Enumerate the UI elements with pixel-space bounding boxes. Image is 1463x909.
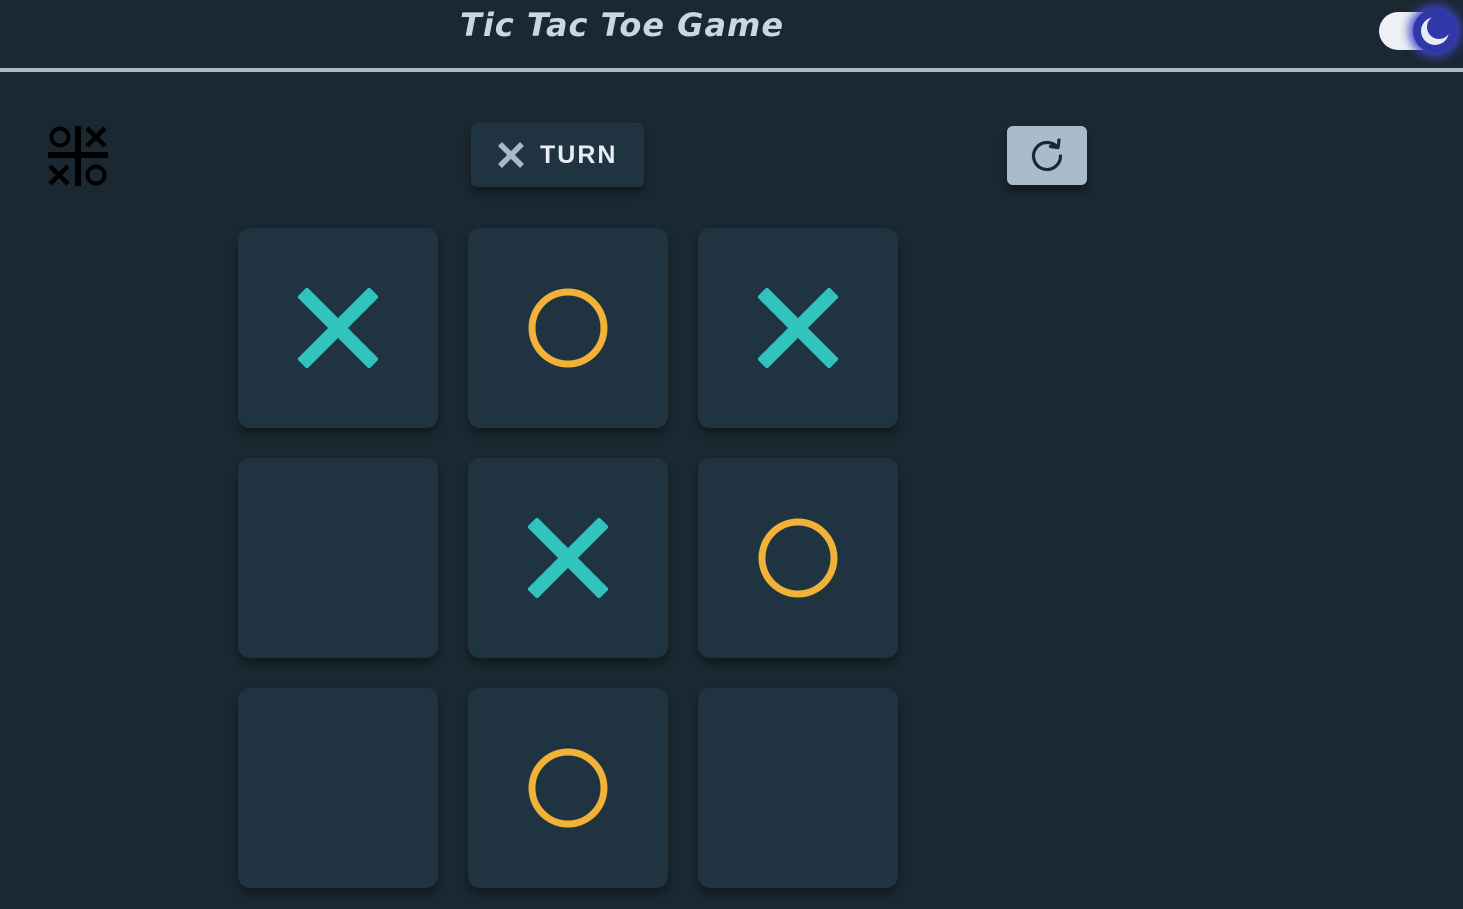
board-cell-9[interactable] — [698, 688, 898, 888]
board-cell-1[interactable] — [238, 228, 438, 428]
board-cell-4[interactable] — [238, 458, 438, 658]
turn-label: TURN — [540, 140, 618, 169]
board-cell-7[interactable] — [238, 688, 438, 888]
x-mark-icon — [298, 288, 378, 368]
o-mark-icon — [758, 518, 838, 598]
restart-icon — [1031, 137, 1063, 171]
board-cell-5[interactable] — [468, 458, 668, 658]
theme-toggle-knob[interactable] — [1413, 9, 1457, 53]
board-cell-6[interactable] — [698, 458, 898, 658]
theme-toggle[interactable] — [1379, 9, 1457, 53]
board-cell-2[interactable] — [468, 228, 668, 428]
o-mark-icon — [528, 748, 608, 828]
header-bar: Tic Tac Toe Game — [0, 0, 1463, 68]
header-divider — [0, 68, 1463, 72]
moon-icon — [1421, 15, 1451, 45]
tic-tac-toe-logo-icon — [48, 126, 108, 186]
turn-indicator: TURN — [471, 123, 644, 187]
page-title: Tic Tac Toe Game — [460, 6, 785, 44]
board-cell-3[interactable] — [698, 228, 898, 428]
restart-button[interactable] — [1007, 126, 1087, 185]
x-mark-icon — [528, 518, 608, 598]
x-turn-icon — [498, 142, 524, 168]
x-mark-icon — [758, 288, 838, 368]
board-cell-8[interactable] — [468, 688, 668, 888]
game-board — [238, 228, 898, 888]
o-mark-icon — [528, 288, 608, 368]
